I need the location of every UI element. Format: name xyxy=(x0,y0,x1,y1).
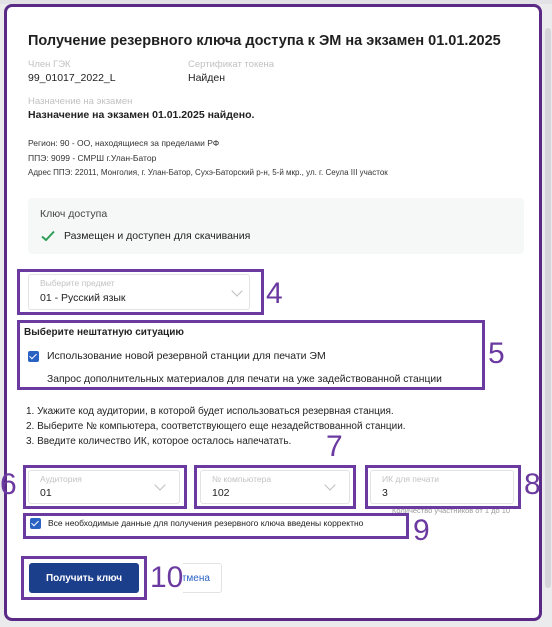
cert-value: Найден xyxy=(188,72,226,84)
annotation-box-10 xyxy=(21,556,147,600)
annotation-number-6: 6 xyxy=(0,468,17,501)
member-label: Член ГЭК xyxy=(28,59,71,70)
region-text: Регион: 90 - ОО, находящиеся за пределам… xyxy=(28,138,220,148)
annotation-box-5 xyxy=(17,320,485,390)
annotation-box-6 xyxy=(23,465,187,509)
annotation-number-8: 8 xyxy=(524,468,541,501)
annotation-number-4: 4 xyxy=(266,277,283,310)
instruction-3: 3. Введите количество ИК, которое остало… xyxy=(26,436,292,447)
dialog-title: Получение резервного ключа доступа к ЭМ … xyxy=(28,33,501,49)
instruction-1: 1. Укажите код аудитории, в которой буде… xyxy=(26,406,394,417)
check-icon xyxy=(41,230,55,242)
annotation-box-8 xyxy=(365,465,521,509)
address-text: Адрес ППЭ: 22011, Монголия, г. Улан-Бато… xyxy=(28,168,388,177)
access-key-label: Ключ доступа xyxy=(40,208,108,220)
purpose-label: Назначение на экзамен xyxy=(28,96,133,107)
annotation-number-10: 10 xyxy=(150,561,184,594)
annotation-number-5: 5 xyxy=(488,337,505,370)
ppe-text: ППЭ: 9099 - СМРШ г.Улан-Батор xyxy=(28,153,157,163)
purpose-value: Назначение на экзамен 01.01.2025 найдено… xyxy=(28,109,255,121)
annotation-box-9 xyxy=(23,513,409,539)
annotation-box-4 xyxy=(17,269,264,315)
cert-label: Сертификат токена xyxy=(188,59,275,70)
annotation-box-7 xyxy=(194,465,356,509)
instruction-2: 2. Выберите № компьютера, соответствующе… xyxy=(26,421,406,432)
access-key-panel xyxy=(28,198,524,254)
scrollbar[interactable] xyxy=(545,28,551,588)
annotation-number-9: 9 xyxy=(413,514,430,547)
member-value: 99_01017_2022_L xyxy=(28,72,116,84)
annotation-number-7: 7 xyxy=(326,430,343,463)
access-key-status: Размещен и доступен для скачивания xyxy=(64,230,251,242)
